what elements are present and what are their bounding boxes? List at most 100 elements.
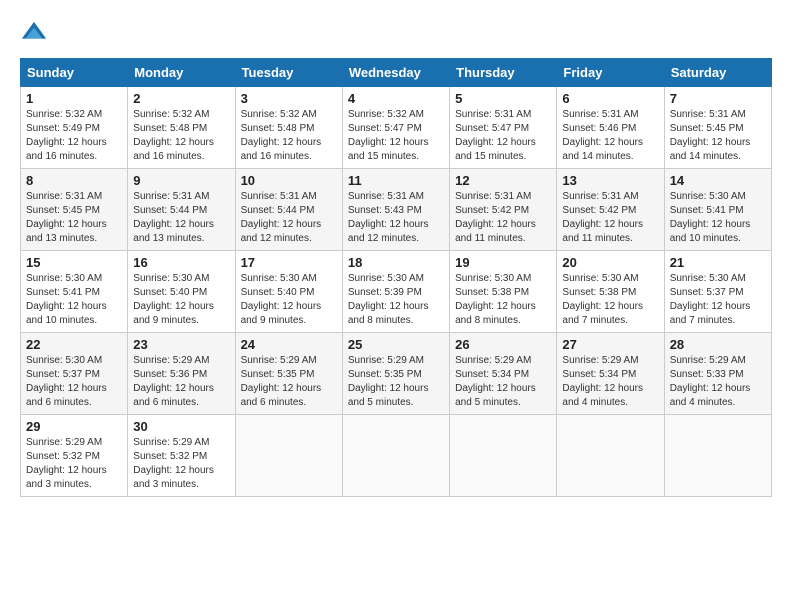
day-number: 1 <box>26 91 122 106</box>
day-number: 4 <box>348 91 444 106</box>
day-info: Sunrise: 5:29 AMSunset: 5:35 PMDaylight:… <box>241 355 322 408</box>
week-row-2: 15 Sunrise: 5:30 AMSunset: 5:41 PMDaylig… <box>21 251 772 333</box>
calendar-cell: 20 Sunrise: 5:30 AMSunset: 5:38 PMDaylig… <box>557 251 664 333</box>
day-number: 22 <box>26 337 122 352</box>
day-info: Sunrise: 5:31 AMSunset: 5:45 PMDaylight:… <box>670 109 751 162</box>
day-number: 13 <box>562 173 658 188</box>
week-row-4: 29 Sunrise: 5:29 AMSunset: 5:32 PMDaylig… <box>21 415 772 497</box>
calendar-cell: 2 Sunrise: 5:32 AMSunset: 5:48 PMDayligh… <box>128 87 235 169</box>
day-info: Sunrise: 5:29 AMSunset: 5:35 PMDaylight:… <box>348 355 429 408</box>
day-number: 29 <box>26 419 122 434</box>
weekday-thursday: Thursday <box>450 59 557 87</box>
day-info: Sunrise: 5:31 AMSunset: 5:45 PMDaylight:… <box>26 191 107 244</box>
logo <box>20 20 52 48</box>
calendar-cell: 14 Sunrise: 5:30 AMSunset: 5:41 PMDaylig… <box>664 169 771 251</box>
calendar-cell: 17 Sunrise: 5:30 AMSunset: 5:40 PMDaylig… <box>235 251 342 333</box>
calendar-cell: 9 Sunrise: 5:31 AMSunset: 5:44 PMDayligh… <box>128 169 235 251</box>
weekday-wednesday: Wednesday <box>342 59 449 87</box>
day-number: 30 <box>133 419 229 434</box>
page-header <box>20 20 772 48</box>
calendar-cell: 29 Sunrise: 5:29 AMSunset: 5:32 PMDaylig… <box>21 415 128 497</box>
day-info: Sunrise: 5:32 AMSunset: 5:48 PMDaylight:… <box>133 109 214 162</box>
weekday-monday: Monday <box>128 59 235 87</box>
day-number: 27 <box>562 337 658 352</box>
day-number: 25 <box>348 337 444 352</box>
day-info: Sunrise: 5:31 AMSunset: 5:46 PMDaylight:… <box>562 109 643 162</box>
day-info: Sunrise: 5:29 AMSunset: 5:32 PMDaylight:… <box>133 437 214 490</box>
weekday-friday: Friday <box>557 59 664 87</box>
day-info: Sunrise: 5:31 AMSunset: 5:47 PMDaylight:… <box>455 109 536 162</box>
logo-icon <box>20 20 48 48</box>
day-info: Sunrise: 5:30 AMSunset: 5:37 PMDaylight:… <box>670 273 751 326</box>
day-number: 18 <box>348 255 444 270</box>
day-number: 26 <box>455 337 551 352</box>
day-info: Sunrise: 5:32 AMSunset: 5:49 PMDaylight:… <box>26 109 107 162</box>
day-info: Sunrise: 5:30 AMSunset: 5:39 PMDaylight:… <box>348 273 429 326</box>
day-info: Sunrise: 5:31 AMSunset: 5:42 PMDaylight:… <box>455 191 536 244</box>
calendar-cell: 12 Sunrise: 5:31 AMSunset: 5:42 PMDaylig… <box>450 169 557 251</box>
calendar-cell: 27 Sunrise: 5:29 AMSunset: 5:34 PMDaylig… <box>557 333 664 415</box>
day-number: 10 <box>241 173 337 188</box>
week-row-3: 22 Sunrise: 5:30 AMSunset: 5:37 PMDaylig… <box>21 333 772 415</box>
calendar-cell: 5 Sunrise: 5:31 AMSunset: 5:47 PMDayligh… <box>450 87 557 169</box>
weekday-header-row: SundayMondayTuesdayWednesdayThursdayFrid… <box>21 59 772 87</box>
calendar-cell: 11 Sunrise: 5:31 AMSunset: 5:43 PMDaylig… <box>342 169 449 251</box>
calendar-cell: 30 Sunrise: 5:29 AMSunset: 5:32 PMDaylig… <box>128 415 235 497</box>
calendar-cell: 21 Sunrise: 5:30 AMSunset: 5:37 PMDaylig… <box>664 251 771 333</box>
day-info: Sunrise: 5:29 AMSunset: 5:34 PMDaylight:… <box>455 355 536 408</box>
day-info: Sunrise: 5:30 AMSunset: 5:38 PMDaylight:… <box>455 273 536 326</box>
day-info: Sunrise: 5:31 AMSunset: 5:44 PMDaylight:… <box>241 191 322 244</box>
calendar-cell: 13 Sunrise: 5:31 AMSunset: 5:42 PMDaylig… <box>557 169 664 251</box>
day-number: 28 <box>670 337 766 352</box>
weekday-sunday: Sunday <box>21 59 128 87</box>
day-number: 23 <box>133 337 229 352</box>
day-info: Sunrise: 5:31 AMSunset: 5:43 PMDaylight:… <box>348 191 429 244</box>
week-row-1: 8 Sunrise: 5:31 AMSunset: 5:45 PMDayligh… <box>21 169 772 251</box>
day-number: 9 <box>133 173 229 188</box>
day-number: 14 <box>670 173 766 188</box>
calendar-cell: 7 Sunrise: 5:31 AMSunset: 5:45 PMDayligh… <box>664 87 771 169</box>
day-info: Sunrise: 5:29 AMSunset: 5:32 PMDaylight:… <box>26 437 107 490</box>
day-number: 3 <box>241 91 337 106</box>
day-info: Sunrise: 5:32 AMSunset: 5:48 PMDaylight:… <box>241 109 322 162</box>
calendar-table: SundayMondayTuesdayWednesdayThursdayFrid… <box>20 58 772 497</box>
day-number: 6 <box>562 91 658 106</box>
calendar-cell: 10 Sunrise: 5:31 AMSunset: 5:44 PMDaylig… <box>235 169 342 251</box>
calendar-cell: 22 Sunrise: 5:30 AMSunset: 5:37 PMDaylig… <box>21 333 128 415</box>
day-number: 11 <box>348 173 444 188</box>
calendar-cell: 3 Sunrise: 5:32 AMSunset: 5:48 PMDayligh… <box>235 87 342 169</box>
day-number: 19 <box>455 255 551 270</box>
day-number: 12 <box>455 173 551 188</box>
calendar-cell <box>450 415 557 497</box>
day-info: Sunrise: 5:30 AMSunset: 5:41 PMDaylight:… <box>26 273 107 326</box>
day-info: Sunrise: 5:30 AMSunset: 5:40 PMDaylight:… <box>241 273 322 326</box>
calendar-body: 1 Sunrise: 5:32 AMSunset: 5:49 PMDayligh… <box>21 87 772 497</box>
day-number: 20 <box>562 255 658 270</box>
day-info: Sunrise: 5:29 AMSunset: 5:34 PMDaylight:… <box>562 355 643 408</box>
day-info: Sunrise: 5:30 AMSunset: 5:37 PMDaylight:… <box>26 355 107 408</box>
calendar-cell: 25 Sunrise: 5:29 AMSunset: 5:35 PMDaylig… <box>342 333 449 415</box>
day-info: Sunrise: 5:32 AMSunset: 5:47 PMDaylight:… <box>348 109 429 162</box>
weekday-saturday: Saturday <box>664 59 771 87</box>
calendar-cell: 1 Sunrise: 5:32 AMSunset: 5:49 PMDayligh… <box>21 87 128 169</box>
day-number: 8 <box>26 173 122 188</box>
calendar-cell: 26 Sunrise: 5:29 AMSunset: 5:34 PMDaylig… <box>450 333 557 415</box>
calendar-cell <box>235 415 342 497</box>
weekday-tuesday: Tuesday <box>235 59 342 87</box>
calendar-cell: 15 Sunrise: 5:30 AMSunset: 5:41 PMDaylig… <box>21 251 128 333</box>
calendar-cell: 16 Sunrise: 5:30 AMSunset: 5:40 PMDaylig… <box>128 251 235 333</box>
calendar-cell <box>342 415 449 497</box>
day-info: Sunrise: 5:30 AMSunset: 5:41 PMDaylight:… <box>670 191 751 244</box>
day-number: 24 <box>241 337 337 352</box>
calendar-cell: 23 Sunrise: 5:29 AMSunset: 5:36 PMDaylig… <box>128 333 235 415</box>
day-number: 15 <box>26 255 122 270</box>
calendar-cell: 6 Sunrise: 5:31 AMSunset: 5:46 PMDayligh… <box>557 87 664 169</box>
day-number: 21 <box>670 255 766 270</box>
day-number: 2 <box>133 91 229 106</box>
day-info: Sunrise: 5:29 AMSunset: 5:36 PMDaylight:… <box>133 355 214 408</box>
calendar-cell <box>664 415 771 497</box>
calendar-cell: 18 Sunrise: 5:30 AMSunset: 5:39 PMDaylig… <box>342 251 449 333</box>
week-row-0: 1 Sunrise: 5:32 AMSunset: 5:49 PMDayligh… <box>21 87 772 169</box>
day-info: Sunrise: 5:30 AMSunset: 5:38 PMDaylight:… <box>562 273 643 326</box>
day-info: Sunrise: 5:31 AMSunset: 5:42 PMDaylight:… <box>562 191 643 244</box>
